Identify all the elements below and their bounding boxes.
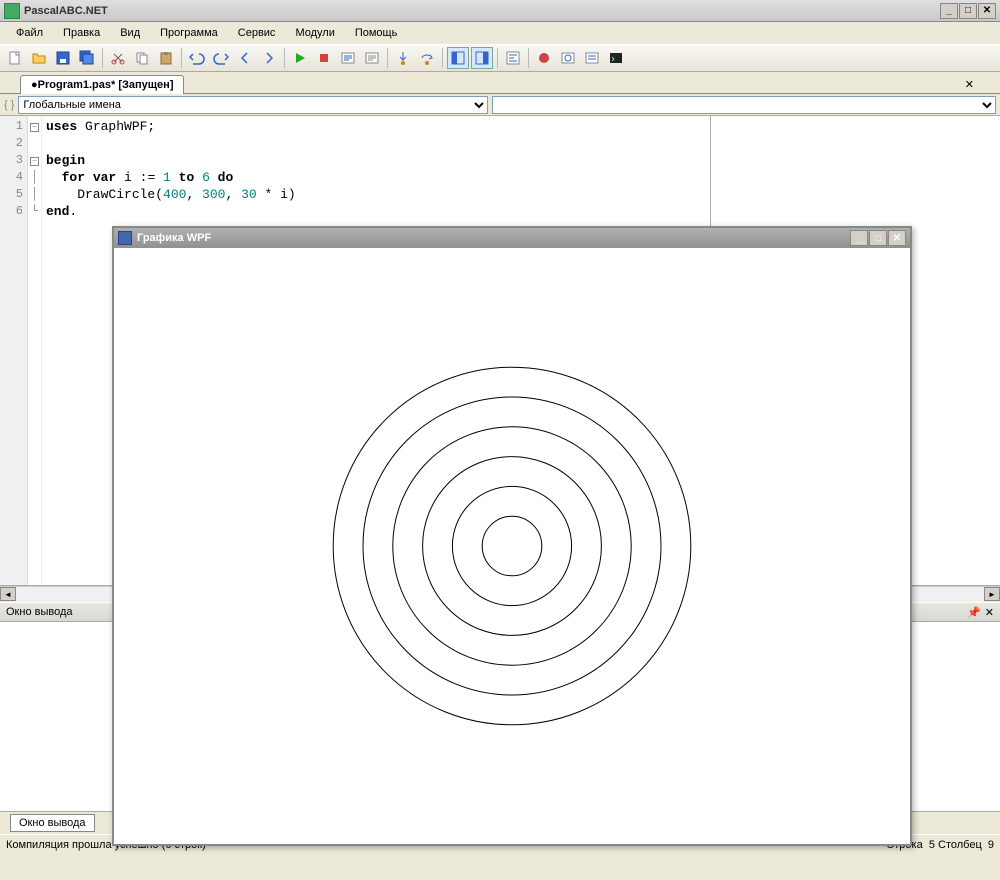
menu-help[interactable]: Помощь	[347, 24, 406, 42]
save-button[interactable]	[52, 47, 74, 69]
menu-view[interactable]: Вид	[112, 24, 148, 42]
console-button[interactable]	[605, 47, 627, 69]
wpf-title: Графика WPF	[137, 232, 211, 244]
main-titlebar: PascalABC.NET _ □ ✕	[0, 0, 1000, 22]
names-dropdown-left[interactable]: Глобальные имена	[18, 96, 488, 114]
tabbar: ●Program1.pas* [Запущен] ✕	[0, 72, 1000, 94]
output-close-button[interactable]: ✕	[985, 606, 994, 619]
wpf-close-button[interactable]: ✕	[888, 230, 906, 246]
names-bar: { } Глобальные имена	[0, 94, 1000, 116]
fold-toggle[interactable]: −	[30, 123, 39, 132]
copy-button[interactable]	[131, 47, 153, 69]
undo-button[interactable]	[186, 47, 208, 69]
wpf-minimize-button[interactable]: _	[850, 230, 868, 246]
menu-edit[interactable]: Правка	[55, 24, 108, 42]
menu-service[interactable]: Сервис	[230, 24, 284, 42]
layout-1-button[interactable]	[447, 47, 469, 69]
format-button[interactable]	[502, 47, 524, 69]
wpf-canvas	[114, 248, 910, 844]
nav-back-button[interactable]	[234, 47, 256, 69]
tab-close-button[interactable]: ✕	[959, 76, 980, 93]
nav-forward-button[interactable]	[258, 47, 280, 69]
cut-button[interactable]	[107, 47, 129, 69]
run-button[interactable]	[289, 47, 311, 69]
new-file-button[interactable]	[4, 47, 26, 69]
menu-program[interactable]: Программа	[152, 24, 226, 42]
output-tab[interactable]: Окно вывода	[10, 814, 95, 832]
comment-button[interactable]	[337, 47, 359, 69]
save-all-button[interactable]	[76, 47, 98, 69]
menubar: Файл Правка Вид Программа Сервис Модули …	[0, 22, 1000, 44]
wpf-app-icon	[118, 231, 132, 245]
stop-button[interactable]	[313, 47, 335, 69]
braces-icon: { }	[4, 99, 14, 111]
output-title: Окно вывода	[6, 606, 73, 618]
app-icon	[4, 3, 20, 19]
close-button[interactable]: ✕	[978, 3, 996, 19]
paste-button[interactable]	[155, 47, 177, 69]
menu-modules[interactable]: Модули	[287, 24, 342, 42]
names-dropdown-right[interactable]	[492, 96, 996, 114]
pin-icon[interactable]: 📌	[967, 606, 981, 619]
layout-2-button[interactable]	[471, 47, 493, 69]
toolbar	[0, 44, 1000, 72]
maximize-button[interactable]: □	[959, 3, 977, 19]
breakpoint-button[interactable]	[533, 47, 555, 69]
fold-toggle[interactable]: −	[30, 157, 39, 166]
scroll-left-button[interactable]: ◄	[0, 587, 16, 601]
app-title: PascalABC.NET	[24, 5, 940, 17]
wpf-maximize-button[interactable]: □	[869, 230, 887, 246]
locals-button[interactable]	[581, 47, 603, 69]
menu-file[interactable]: Файл	[8, 24, 51, 42]
redo-button[interactable]	[210, 47, 232, 69]
wpf-titlebar[interactable]: Графика WPF _ □ ✕	[114, 228, 910, 248]
minimize-button[interactable]: _	[940, 3, 958, 19]
fold-column: − − │ │ └	[28, 116, 42, 585]
watch-button[interactable]	[557, 47, 579, 69]
editor-tab[interactable]: ●Program1.pas* [Запущен]	[20, 75, 184, 94]
wpf-window[interactable]: Графика WPF _ □ ✕	[112, 226, 912, 846]
uncomment-button[interactable]	[361, 47, 383, 69]
line-gutter: 1 2 3 4 5 6	[0, 116, 28, 585]
scroll-right-button[interactable]: ►	[984, 587, 1000, 601]
open-file-button[interactable]	[28, 47, 50, 69]
step-into-button[interactable]	[392, 47, 414, 69]
step-over-button[interactable]	[416, 47, 438, 69]
